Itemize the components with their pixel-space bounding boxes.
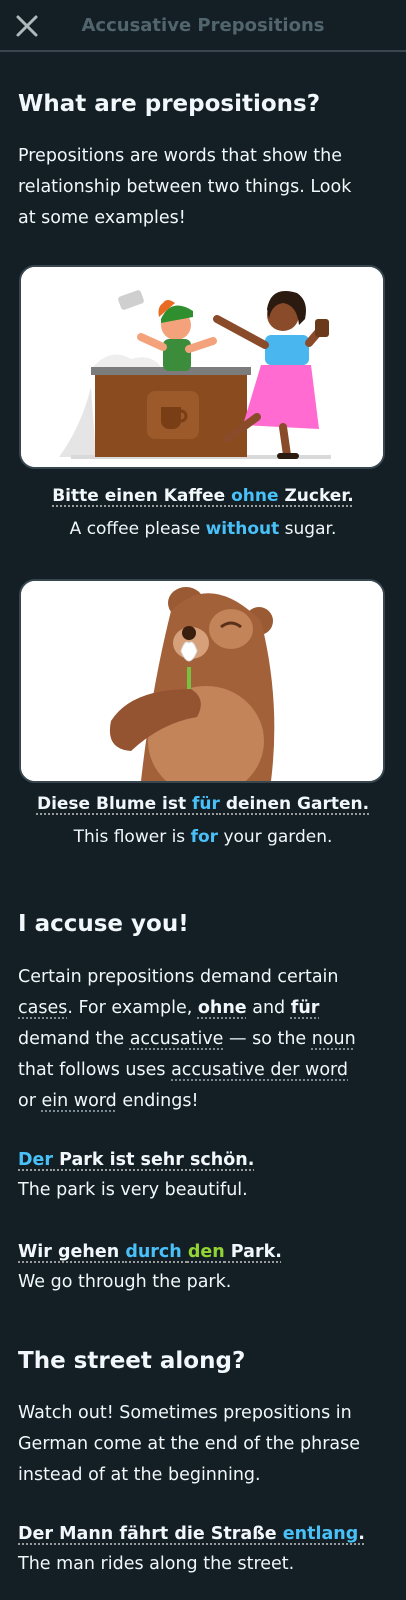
glossary-ein-word[interactable]: ein word <box>41 1091 116 1111</box>
example-through-park: Wir gehen durch den Park. We go through … <box>18 1237 390 1297</box>
example-de-park[interactable]: Der Park ist sehr schön. <box>18 1145 390 1175</box>
top-bar: Accusative Prepositions <box>0 0 406 52</box>
example-de-coffee[interactable]: Bitte einen Kaffee ohne Zucker. <box>0 486 406 506</box>
section-heading-street: The street along? <box>18 1348 246 1374</box>
word-fuer[interactable]: für <box>291 998 320 1018</box>
example-de-flower[interactable]: Diese Blume ist für deinen Garten. <box>0 794 406 814</box>
example-street: Der Mann fährt die Straße entlang. The m… <box>18 1519 390 1579</box>
example-en-street: The man rides along the street. <box>18 1554 295 1574</box>
example-de-street[interactable]: Der Mann fährt die Straße entlang. <box>18 1519 390 1549</box>
glossary-accusative-der-word[interactable]: accusative der word <box>171 1060 348 1080</box>
example-park: Der Park ist sehr schön. The park is ver… <box>18 1145 390 1205</box>
example-de-through-park[interactable]: Wir gehen durch den Park. <box>18 1237 390 1267</box>
example-en-coffee: A coffee please without sugar. <box>69 519 337 539</box>
glossary-accusative[interactable]: accusative <box>130 1029 224 1049</box>
page-title: Accusative Prepositions <box>81 15 325 36</box>
intro-paragraph: Prepositions are words that show the rel… <box>18 141 390 234</box>
example-en-park: The park is very beautiful. <box>18 1180 248 1200</box>
highlight-for: for <box>190 827 219 847</box>
highlight-ohne: ohne <box>231 486 279 506</box>
coffee-illustration <box>19 265 385 469</box>
intro-line: Prepositions are words that show the <box>18 146 342 166</box>
example-en-flower: This flower is for your garden. <box>73 827 333 847</box>
section-heading-prepositions: What are prepositions? <box>18 91 321 117</box>
intro-line: relationship between two things. Look <box>18 177 352 197</box>
accusative-paragraph: Certain prepositions demand certain case… <box>18 967 356 1111</box>
highlight-fuer: für <box>192 794 220 814</box>
bear-flower-illustration <box>19 579 385 783</box>
street-paragraph: Watch out! Sometimes prepositions in Ger… <box>18 1403 361 1485</box>
intro-line: at some examples! <box>18 208 186 228</box>
glossary-cases[interactable]: cases <box>18 998 67 1018</box>
highlight-without: without <box>205 519 280 539</box>
word-ohne[interactable]: ohne <box>198 998 247 1018</box>
example-en-through-park: We go through the park. <box>18 1272 232 1292</box>
section-heading-accuse: I accuse you! <box>18 911 189 937</box>
glossary-noun[interactable]: noun <box>312 1029 356 1049</box>
